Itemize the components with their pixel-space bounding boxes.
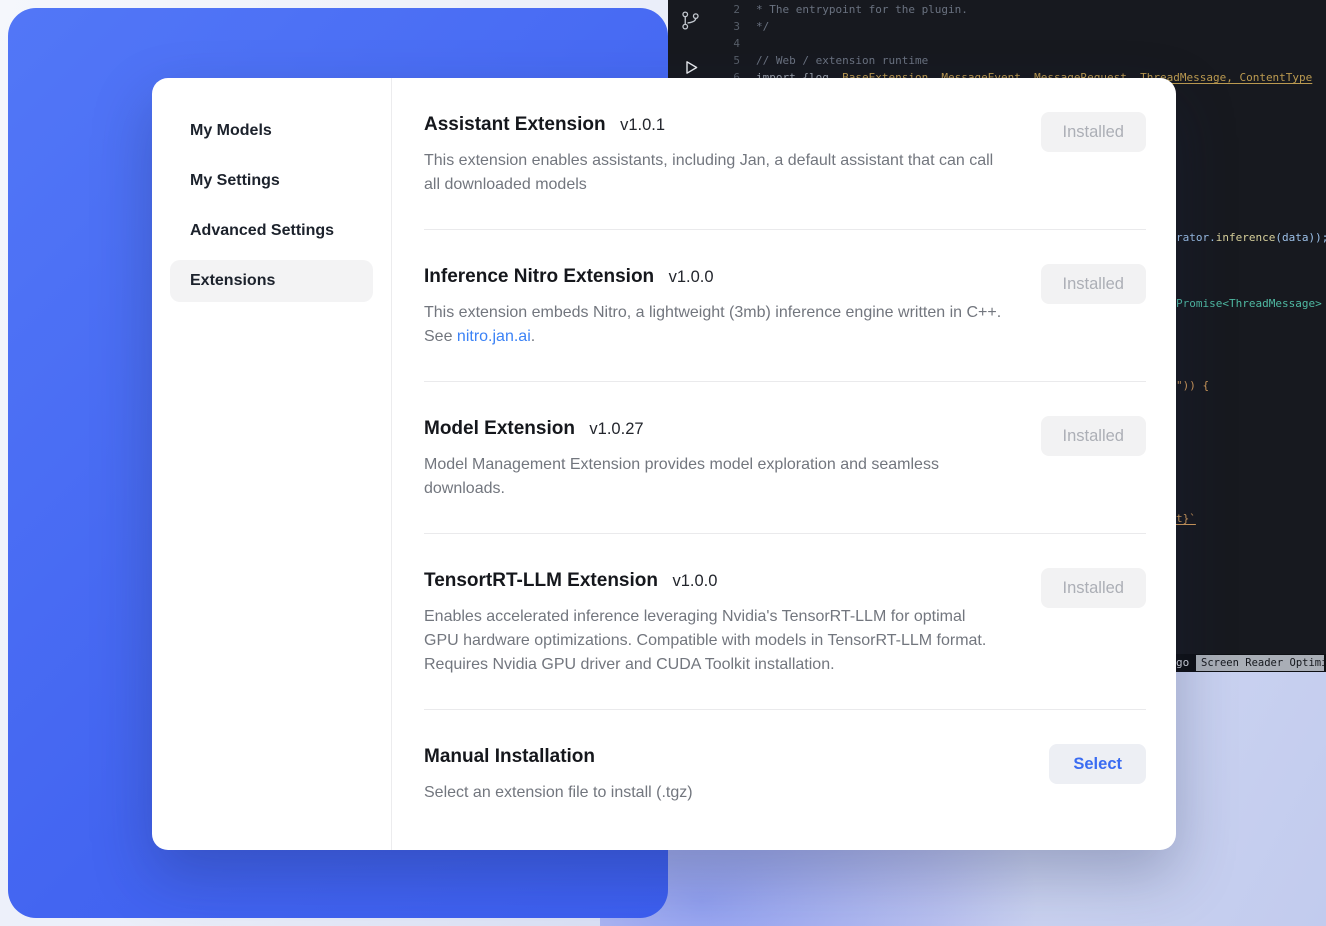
extension-title-row: Assistant Extension v1.0.1 [424, 112, 1002, 139]
extension-title-row: TensortRT-LLM Extension v1.0.0 [424, 568, 1002, 595]
installed-button[interactable]: Installed [1041, 568, 1146, 608]
extension-name: Model Extension [424, 418, 575, 439]
extension-info: Assistant Extension v1.0.1 This extensio… [424, 112, 1002, 197]
code-line: 3 */ [714, 18, 1312, 35]
code-text: * The entrypoint for the plugin. [756, 1, 968, 18]
extension-row-model: Model Extension v1.0.27 Model Management… [424, 382, 1146, 534]
code-text: // Web / extension runtime [756, 52, 928, 69]
git-branch-icon[interactable] [680, 10, 701, 31]
installed-button[interactable]: Installed [1041, 112, 1146, 152]
extension-info: Inference Nitro Extension v1.0.0 This ex… [424, 264, 1002, 349]
code-line: 4 [714, 35, 1312, 52]
extension-name: Assistant Extension [424, 114, 606, 135]
extensions-list: Assistant Extension v1.0.1 This extensio… [392, 78, 1176, 850]
settings-sidebar: My Models My Settings Advanced Settings … [152, 78, 392, 850]
description-text: . [531, 328, 535, 345]
installed-button[interactable]: Installed [1041, 264, 1146, 304]
extension-row-tensorrt-llm: TensortRT-LLM Extension v1.0.0 Enables a… [424, 534, 1146, 710]
line-number: 5 [714, 52, 740, 69]
code-fragment: rator.inference(data)); [1176, 231, 1326, 245]
run-debug-icon[interactable] [680, 57, 701, 78]
extension-description: This extension enables assistants, inclu… [424, 149, 1002, 197]
extension-name: Inference Nitro Extension [424, 266, 654, 287]
extension-version: v1.0.1 [620, 116, 665, 134]
code-line: 2 * The entrypoint for the plugin. [714, 1, 1312, 18]
code-fragment: t}` [1176, 512, 1196, 526]
extension-version: v1.0.0 [672, 572, 717, 590]
extension-info: TensortRT-LLM Extension v1.0.0 Enables a… [424, 568, 1002, 677]
extension-name: TensortRT-LLM Extension [424, 570, 658, 591]
extension-info: Model Extension v1.0.27 Model Management… [424, 416, 1002, 501]
manual-installation-title-row: Manual Installation [424, 744, 693, 771]
extension-title-row: Model Extension v1.0.27 [424, 416, 1002, 443]
code-lines: 2 * The entrypoint for the plugin. 3 */ … [714, 1, 1312, 86]
extension-description: Model Management Extension provides mode… [424, 453, 1002, 501]
line-number: 2 [714, 1, 740, 18]
code-fragment: ")) { [1176, 379, 1209, 393]
extension-row-assistant: Assistant Extension v1.0.1 This extensio… [424, 78, 1146, 230]
extension-description: This extension embeds Nitro, a lightweig… [424, 301, 1002, 349]
nitro-jan-ai-link[interactable]: nitro.jan.ai [457, 328, 531, 345]
extension-description: Enables accelerated inference leveraging… [424, 605, 1002, 677]
manual-installation-info: Manual Installation Select an extension … [424, 744, 693, 805]
code-text: inference [1216, 231, 1276, 244]
code-line: 5 // Web / extension runtime [714, 52, 1312, 69]
extension-version: v1.0.27 [589, 420, 643, 438]
code-text: (data)); [1275, 231, 1326, 244]
sidebar-item-my-models[interactable]: My Models [170, 110, 373, 152]
line-number: 3 [714, 18, 740, 35]
sidebar-item-my-settings[interactable]: My Settings [170, 160, 373, 202]
manual-installation-row: Manual Installation Select an extension … [424, 710, 1146, 837]
manual-installation-description: Select an extension file to install (.tg… [424, 781, 693, 805]
extension-title-row: Inference Nitro Extension v1.0.0 [424, 264, 1002, 291]
installed-button[interactable]: Installed [1041, 416, 1146, 456]
code-fragment: Promise<ThreadMessage> [1176, 297, 1322, 311]
code-text: */ [756, 18, 769, 35]
status-text: go [1176, 656, 1189, 669]
screen-reader-status-item[interactable]: Screen Reader Optimize [1196, 655, 1324, 671]
code-text: rator. [1176, 231, 1216, 244]
line-number: 4 [714, 35, 740, 52]
manual-installation-title: Manual Installation [424, 746, 595, 767]
extension-row-inference-nitro: Inference Nitro Extension v1.0.0 This ex… [424, 230, 1146, 382]
sidebar-item-extensions[interactable]: Extensions [170, 260, 373, 302]
sidebar-item-advanced-settings[interactable]: Advanced Settings [170, 210, 373, 252]
extension-version: v1.0.0 [669, 268, 714, 286]
settings-modal: My Models My Settings Advanced Settings … [152, 78, 1176, 850]
select-file-button[interactable]: Select [1049, 744, 1146, 784]
